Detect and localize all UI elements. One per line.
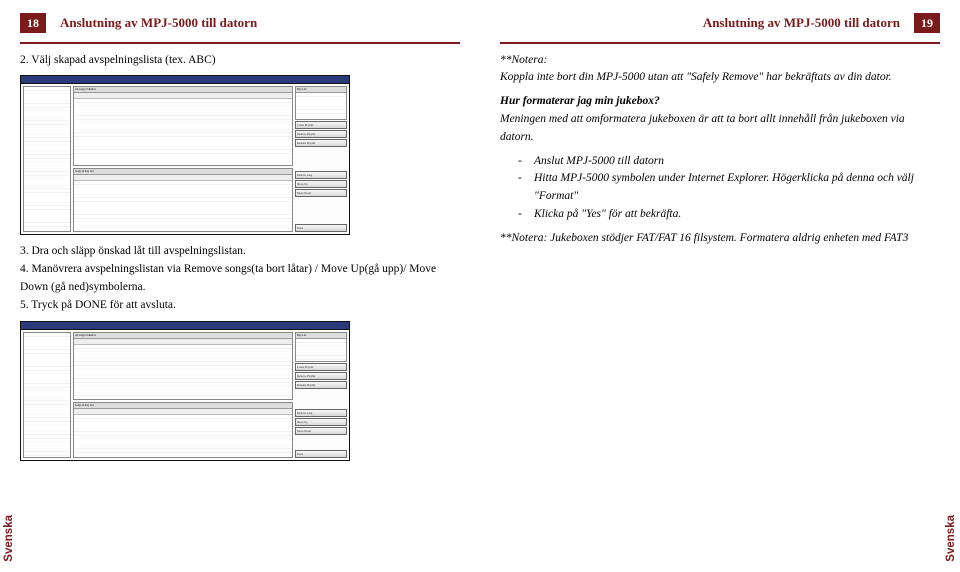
format-step-1: Anslut MPJ-5000 till datorn xyxy=(518,153,940,171)
left-page: 18 Anslutning av MPJ-5000 till datorn 2.… xyxy=(0,0,480,572)
step-2: 2. Välj skapad avspelningslista (tex. AB… xyxy=(20,52,460,70)
move-up-button[interactable]: Move Up xyxy=(295,180,347,188)
playlist-screenshot-2: All song in Jukebox Songs in Play List P… xyxy=(20,321,350,461)
all-songs-grid: All song in Jukebox xyxy=(73,86,293,166)
playlists-pane xyxy=(23,86,71,232)
format-answer: Meningen med att omformatera jukeboxen ä… xyxy=(500,111,940,147)
step-4: 4. Manövrera avspelningslistan via Remov… xyxy=(20,261,460,297)
right-content: **Notera: Koppla inte bort din MPJ-5000 … xyxy=(480,52,960,248)
rename-playlist-button[interactable]: Rename Playlist xyxy=(295,139,347,147)
left-header: 18 Anslutning av MPJ-5000 till datorn xyxy=(20,12,460,34)
format-step-2: Hitta MPJ-5000 symbolen under Internet E… xyxy=(518,170,940,206)
note-body: Koppla inte bort din MPJ-5000 utan att "… xyxy=(500,69,940,87)
create-playlist-button[interactable]: Create Playlist xyxy=(295,121,347,129)
songs-in-playlist-grid: Songs in Play List xyxy=(73,402,293,457)
page-number-right: 19 xyxy=(914,13,940,33)
note-2: **Notera: Jukeboxen stödjer FAT/FAT 16 f… xyxy=(500,230,940,248)
create-playlist-button[interactable]: Create Playlist xyxy=(295,363,347,371)
step-5: 5. Tryck på DONE för att avsluta. xyxy=(20,297,460,315)
header-title-left: Anslutning av MPJ-5000 till datorn xyxy=(60,15,257,31)
format-question: Hur formaterar jag min jukebox? xyxy=(500,93,940,111)
songs-in-playlist-grid: Songs in Play List xyxy=(73,168,293,232)
move-down-button[interactable]: Move Down xyxy=(295,189,347,197)
window-titlebar xyxy=(20,321,350,330)
all-songs-grid: All song in Jukebox xyxy=(73,332,293,401)
right-header: Anslutning av MPJ-5000 till datorn 19 xyxy=(500,12,940,34)
header-rule xyxy=(500,42,940,44)
rename-playlist-button[interactable]: Rename Playlist xyxy=(295,381,347,389)
done-button[interactable]: Done xyxy=(295,450,347,458)
header-rule xyxy=(20,42,460,44)
move-up-button[interactable]: Move Up xyxy=(295,418,347,426)
step-3: 3. Dra och släpp önskad låt till avspeln… xyxy=(20,243,460,261)
side-tab-left: Svenska xyxy=(3,515,15,562)
done-button[interactable]: Done xyxy=(295,224,347,232)
note-heading: **Notera: xyxy=(500,52,940,70)
format-step-3: Klicka på "Yes" för att bekräfta. xyxy=(518,206,940,224)
remove-playlist-button[interactable]: Remove Playlist xyxy=(295,130,347,138)
page-number-left: 18 xyxy=(20,13,46,33)
header-title-right: Anslutning av MPJ-5000 till datorn xyxy=(703,15,900,31)
remove-song-button[interactable]: Remove song xyxy=(295,409,347,417)
playlist-screenshot-1: All song in Jukebox Songs in Play List P… xyxy=(20,75,350,235)
window-titlebar xyxy=(20,75,350,84)
remove-song-button[interactable]: Remove song xyxy=(295,171,347,179)
side-tab-right: Svenska xyxy=(945,515,957,562)
move-down-button[interactable]: Move Down xyxy=(295,427,347,435)
format-steps: Anslut MPJ-5000 till datorn Hitta MPJ-50… xyxy=(500,153,940,224)
playlists-pane xyxy=(23,332,71,458)
remove-playlist-button[interactable]: Remove Playlist xyxy=(295,372,347,380)
left-content: 2. Välj skapad avspelningslista (tex. AB… xyxy=(0,52,480,461)
right-page: Anslutning av MPJ-5000 till datorn 19 **… xyxy=(480,0,960,572)
